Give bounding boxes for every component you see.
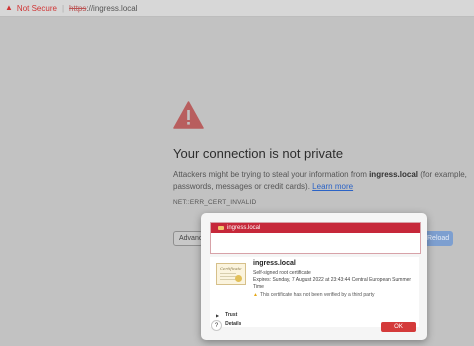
certificate-icon-lines [220,273,236,281]
certificate-icon: Certificate [216,263,246,285]
certificate-warning: ▲ This certificate has not been verified… [253,292,374,299]
certificate-icon-text: Certificate [220,266,242,271]
warning-triangle-icon: ▲ [5,3,13,12]
message-text-before: Attackers might be trying to steal your … [173,170,370,179]
error-message: Attackers might be trying to steal your … [173,169,473,193]
certificate-chain-list[interactable]: ingress.local [210,222,421,254]
certificate-seal-icon [235,275,242,282]
certificate-expiry: Expires: Sunday, 7 August 2022 at 23:43:… [253,277,412,290]
certificate-dialog: ingress.local Certificate ingress.local … [201,213,427,340]
certificate-chain-item[interactable]: ingress.local [211,223,420,233]
warning-triangle-icon: ▲ [253,292,258,298]
chain-item-label: ingress.local [227,225,261,231]
certificate-detail-pane: Certificate ingress.local Self-signed ro… [210,257,419,327]
url-text[interactable]: https://ingress.local [69,4,137,13]
trust-label: Trust [225,312,238,318]
address-bar[interactable]: ▲ Not Secure | https://ingress.local [0,0,474,17]
url-scheme: https [69,3,87,13]
message-host: ingress.local [369,170,418,179]
advanced-button[interactable]: Advanced [173,231,203,246]
page-title: Your connection is not private [173,146,344,161]
certificate-warning-text: This certificate has not been verified b… [259,292,375,298]
disclosure-triangle-icon: ▶ [216,312,220,318]
details-label: Details [225,321,242,327]
reload-button[interactable]: Reload [423,231,453,246]
certificate-name: ingress.local [253,260,296,267]
ok-button[interactable]: OK [381,322,416,332]
help-button[interactable]: ? [211,320,222,331]
certificate-type: Self-signed root certificate [253,270,311,276]
address-separator: | [61,3,65,13]
not-secure-label[interactable]: Not Secure [17,4,57,13]
error-code: NET::ERR_CERT_INVALID [173,199,257,206]
url-host: ://ingress.local [86,3,138,13]
learn-more-link[interactable]: Learn more [312,182,353,191]
folder-icon [218,226,224,230]
danger-triangle-icon [173,101,204,129]
trust-disclosure[interactable]: ▶ Trust [216,312,237,318]
